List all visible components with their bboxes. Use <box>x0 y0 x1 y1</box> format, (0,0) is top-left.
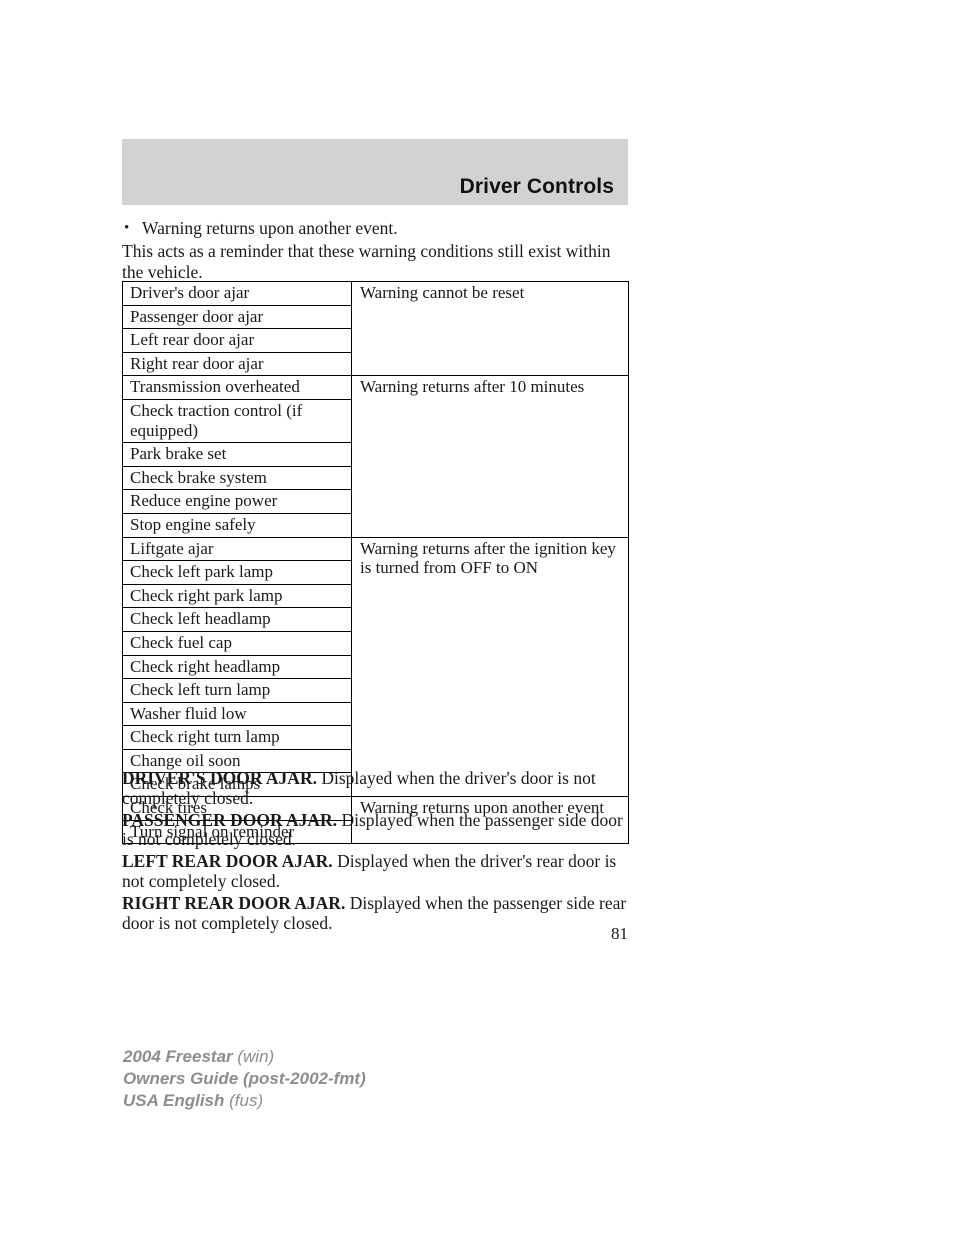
table-row: Transmission overheated Warning returns a… <box>122 375 629 538</box>
manual-page: Driver Controls • Warning returns upon a… <box>0 0 954 1235</box>
warning-behavior-cell: Warning returns after the ignition key i… <box>351 536 629 798</box>
bullet-item-text: Warning returns upon another event. <box>142 218 398 238</box>
intro-text-block: • Warning returns upon another event. Th… <box>122 218 632 283</box>
footer-meta-line: Owners Guide (post-2002-fmt) <box>123 1068 366 1090</box>
warning-message-cell: Check left park lamp <box>122 560 352 585</box>
warning-behavior-cell: Warning cannot be reset <box>351 280 629 377</box>
footer-meta-secondary: (win) <box>232 1047 275 1066</box>
definition-paragraph: LEFT REAR DOOR AJAR. Displayed when the … <box>122 851 630 892</box>
warning-message-cell: Liftgate ajar <box>122 536 352 562</box>
footer-meta-line: 2004 Freestar (win) <box>123 1046 366 1068</box>
document-metadata-footer: 2004 Freestar (win) Owners Guide (post-20… <box>123 1046 366 1112</box>
definition-term: DRIVER'S DOOR AJAR. <box>122 768 317 788</box>
warning-behavior-table: Driver's door ajar Warning cannot be rese… <box>122 280 629 845</box>
footer-meta-primary: 2004 Freestar <box>123 1047 233 1066</box>
footer-meta-line: USA English (fus) <box>123 1090 366 1112</box>
warning-message-cell: Right rear door ajar <box>122 351 352 377</box>
definition-term: PASSENGER DOOR AJAR. <box>122 809 338 830</box>
warning-message-cell: Check right turn lamp <box>122 725 352 750</box>
footer-meta-primary: Owners Guide (post-2002-fmt) <box>123 1069 366 1088</box>
definition-term: LEFT REAR DOOR AJAR. <box>122 851 333 872</box>
definition-term: RIGHT REAR DOOR AJAR. <box>122 892 346 913</box>
definitions-block: DRIVER'S DOOR AJAR. Displayed when the d… <box>122 768 630 935</box>
warning-message-cell: Check left turn lamp <box>122 678 352 703</box>
intro-paragraph: This acts as a reminder that these warni… <box>122 241 611 282</box>
warning-message-cell: Reduce engine power <box>122 489 352 514</box>
warning-message-cell: Check left headlamp <box>122 607 352 632</box>
warning-table-body: Driver's door ajar Warning cannot be rese… <box>122 280 629 845</box>
chapter-header-banner: Driver Controls <box>122 139 628 205</box>
page-title: Driver Controls <box>459 175 614 198</box>
warning-message-cell: Check right park lamp <box>122 583 352 609</box>
footer-meta-primary: USA English <box>123 1091 225 1110</box>
warning-message-cell: Check fuel cap <box>122 630 352 656</box>
warning-message-cell: Park brake set <box>122 442 352 467</box>
warning-message-cell: Check brake system <box>122 465 352 491</box>
warning-message-cell: Left rear door ajar <box>122 328 352 353</box>
warning-message-cell: Passenger door ajar <box>122 304 352 330</box>
warning-message-cell: Transmission overheated <box>122 375 352 400</box>
bullet-point-icon: • <box>124 220 130 236</box>
warning-message-cell: Check traction control (if equipped) <box>122 398 352 444</box>
page-number: 81 <box>611 924 628 943</box>
table-row: Liftgate ajar Warning returns after the i… <box>122 536 629 798</box>
warning-message-cell: Check right headlamp <box>122 654 352 680</box>
footer-meta-secondary: (fus) <box>224 1091 264 1110</box>
warning-message-cell: Driver's door ajar <box>122 281 352 306</box>
warning-message-cell: Stop engine safely <box>122 512 352 538</box>
definition-paragraph: PASSENGER DOOR AJAR. Displayed when the … <box>122 809 630 851</box>
bullet-item: • Warning returns upon another event. <box>122 218 632 239</box>
warning-behavior-cell: Warning returns after 10 minutes <box>351 375 629 538</box>
table-row: Driver's door ajar Warning cannot be rese… <box>122 280 629 377</box>
definition-paragraph: DRIVER'S DOOR AJAR. Displayed when the d… <box>122 768 630 809</box>
warning-message-cell: Washer fluid low <box>122 701 352 727</box>
